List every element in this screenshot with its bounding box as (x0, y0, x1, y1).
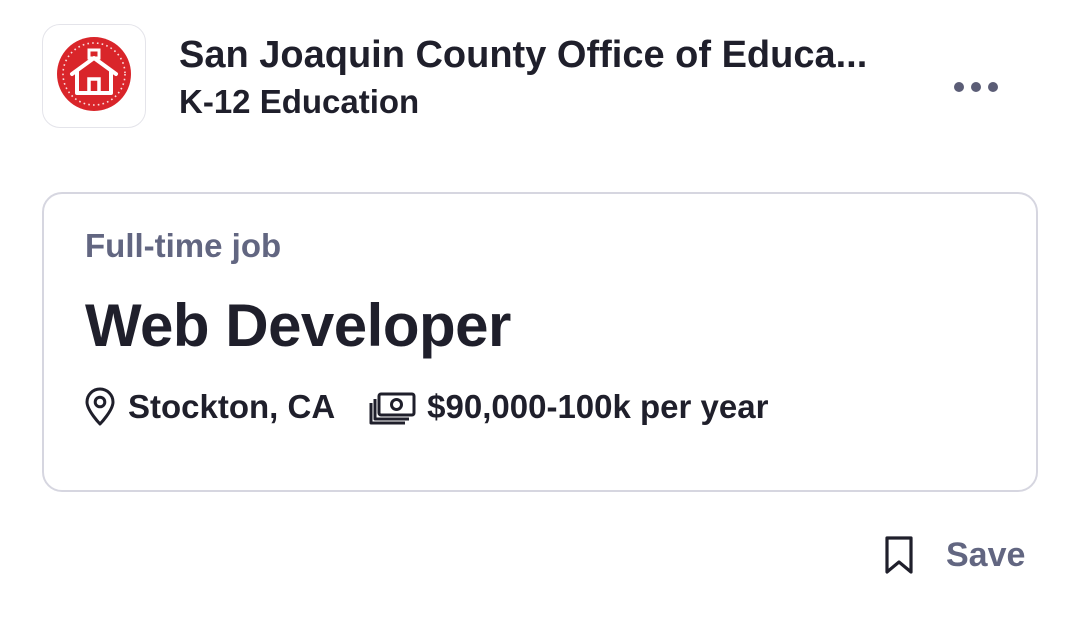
location-pin-icon (82, 387, 118, 427)
bookmark-icon (882, 534, 916, 576)
job-card[interactable]: Full-time job Web Developer Stockton, CA (42, 192, 1038, 492)
more-horizontal-icon (954, 82, 964, 92)
save-button[interactable]: Save (882, 530, 1025, 580)
company-industry: K-12 Education (179, 83, 420, 120)
job-type-label: Full-time job (85, 227, 282, 264)
job-listing-screen: San Joaquin County Office of Educa... K-… (0, 0, 1080, 617)
money-icon (369, 389, 417, 425)
job-location-text: Stockton, CA (128, 388, 336, 425)
schoolhouse-icon (56, 36, 132, 117)
job-salary-text: $90,000-100k per year (427, 388, 769, 425)
company-name[interactable]: San Joaquin County Office of Educa... (179, 31, 909, 79)
more-options-button[interactable] (945, 68, 1007, 106)
save-label: Save (946, 536, 1026, 574)
job-salary: $90,000-100k per year (369, 385, 768, 429)
company-logo[interactable] (42, 24, 146, 128)
job-meta: Stockton, CA $90,000-100k per year (82, 384, 768, 430)
job-location: Stockton, CA (82, 385, 335, 429)
job-title: Web Developer (85, 292, 511, 359)
